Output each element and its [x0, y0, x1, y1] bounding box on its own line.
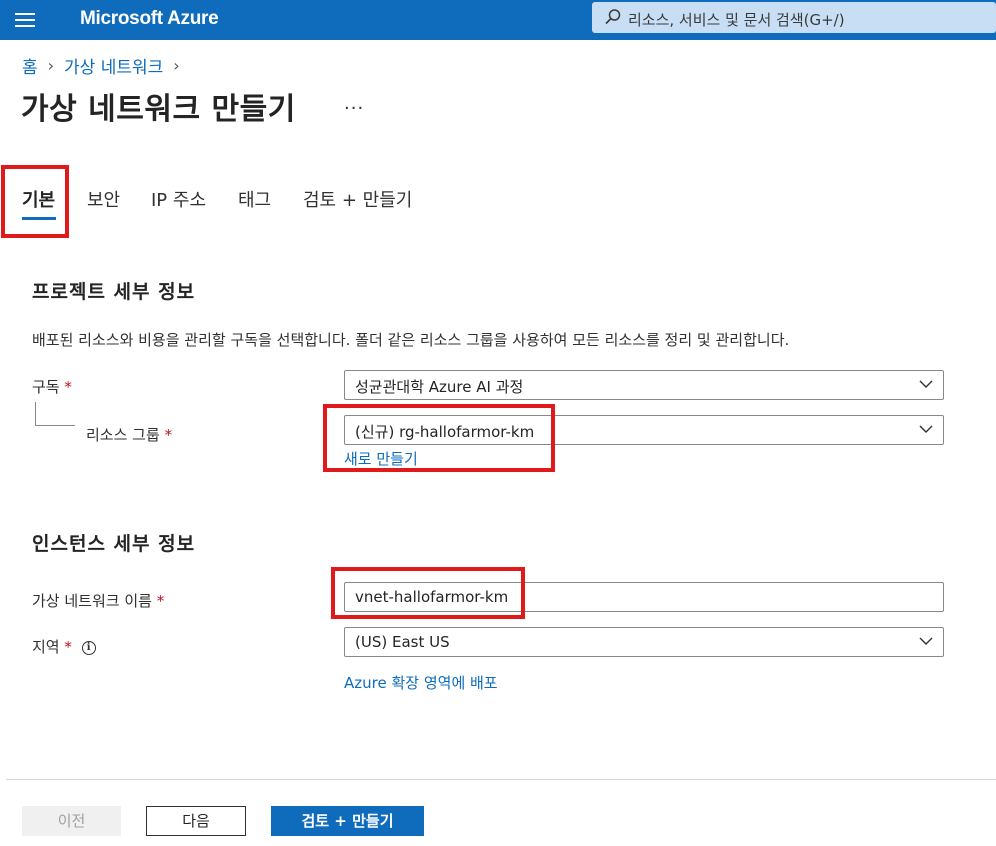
more-options-button[interactable]: ... [344, 93, 364, 114]
info-icon[interactable]: i [81, 640, 96, 655]
region-value: (US) East US [355, 633, 450, 651]
instance-details-title: 인스턴스 세부 정보 [32, 533, 196, 555]
tree-connector [35, 425, 75, 426]
breadcrumb-virtual-network[interactable]: 가상 네트워크 [64, 53, 163, 78]
subscription-value: 성균관대학 Azure AI 과정 [355, 378, 524, 396]
page-title: 가상 네트워크 만들기 [21, 92, 296, 127]
chevron-right-icon: › [47, 56, 55, 75]
required-mark: * [156, 592, 165, 610]
chevron-down-icon [919, 380, 933, 388]
required-mark: * [64, 638, 72, 656]
required-mark: * [164, 426, 173, 444]
menu-icon[interactable] [14, 9, 36, 31]
tree-connector [35, 402, 36, 426]
vnet-name-label: 가상 네트워크 이름 * [32, 590, 164, 611]
next-button[interactable]: 다음 [146, 806, 246, 836]
highlight-box-tab [1, 165, 69, 238]
top-bar: Microsoft Azure 리소스, 서비스 및 문서 검색(G+/) [0, 0, 996, 40]
tab-ip-addresses[interactable]: IP 주소 [151, 186, 206, 212]
subscription-select[interactable]: 성균관대학 Azure AI 과정 [344, 370, 944, 400]
subscription-label: 구독 * [32, 376, 72, 397]
breadcrumb: 홈 › 가상 네트워크 › [22, 53, 190, 78]
tab-review-create[interactable]: 검토 + 만들기 [303, 186, 412, 212]
highlight-box-vnet-name [331, 567, 525, 619]
region-label-text: 지역 [32, 638, 60, 656]
required-mark: * [64, 378, 72, 396]
search-icon [605, 9, 621, 25]
deploy-extended-zone-link[interactable]: Azure 확장 영역에 배포 [344, 672, 498, 693]
region-select[interactable]: (US) East US [344, 627, 944, 657]
chevron-down-icon [919, 637, 933, 645]
tab-tags[interactable]: 태그 [238, 186, 271, 212]
previous-button[interactable]: 이전 [22, 806, 121, 836]
subscription-label-text: 구독 [32, 378, 60, 396]
vnet-name-label-text: 가상 네트워크 이름 [32, 592, 152, 610]
resource-group-label: 리소스 그룹 * [86, 424, 172, 445]
project-details-title: 프로젝트 세부 정보 [32, 281, 196, 303]
review-create-button[interactable]: 검토 + 만들기 [271, 806, 424, 836]
region-label: 지역 * i [32, 636, 96, 657]
search-placeholder[interactable]: 리소스, 서비스 및 문서 검색(G+/) [628, 9, 845, 30]
project-description: 배포된 리소스와 비용을 관리할 구독을 선택합니다. 폴더 같은 리소스 그룹… [32, 331, 790, 349]
tab-security[interactable]: 보안 [87, 186, 120, 212]
chevron-down-icon [919, 425, 933, 433]
breadcrumb-home[interactable]: 홈 [22, 53, 38, 78]
footer-divider [6, 779, 996, 780]
brand-title[interactable]: Microsoft Azure [80, 8, 219, 30]
highlight-box-resource-group [323, 404, 555, 472]
resource-group-label-text: 리소스 그룹 [86, 426, 160, 444]
chevron-right-icon: › [173, 56, 180, 75]
search-box[interactable]: 리소스, 서비스 및 문서 검색(G+/) [592, 2, 996, 33]
